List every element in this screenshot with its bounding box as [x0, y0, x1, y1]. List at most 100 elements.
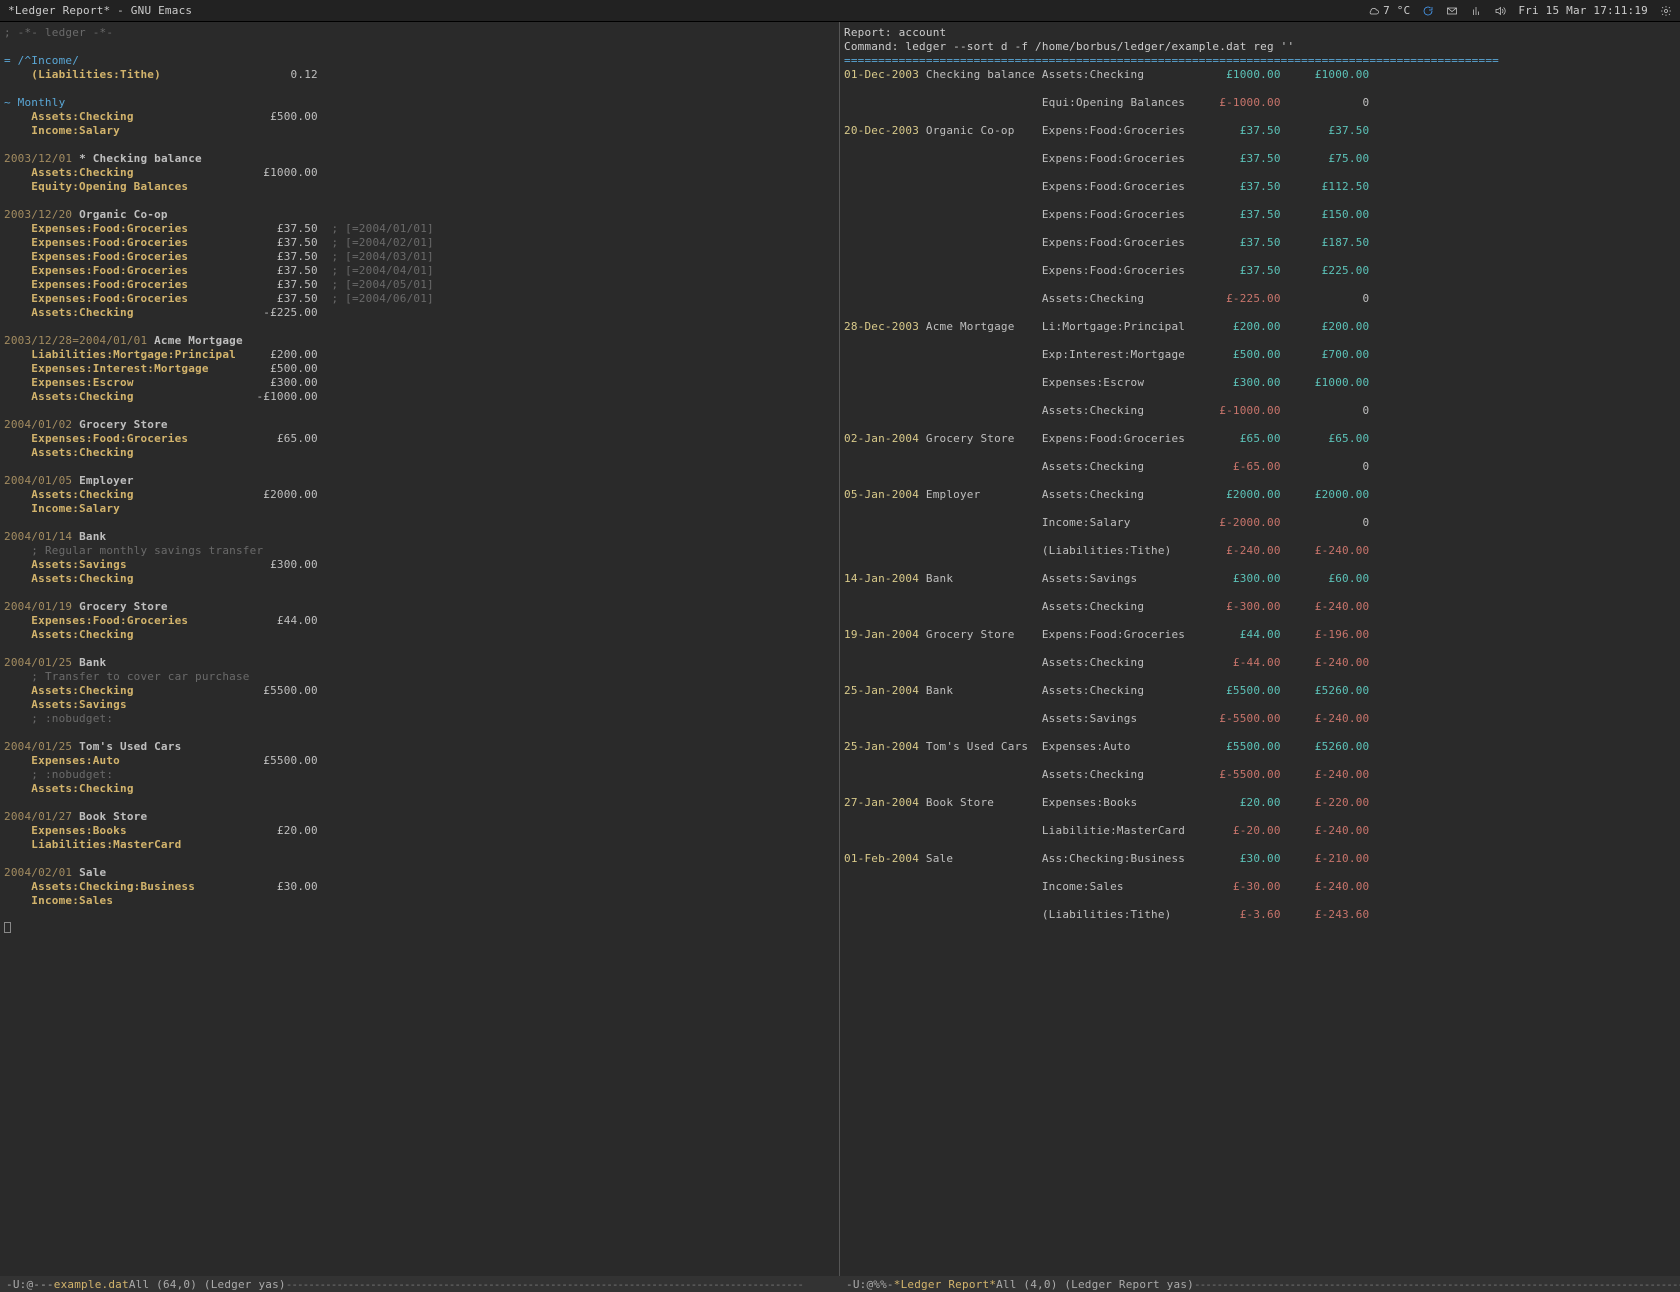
posting-account: Liabilities:MasterCard — [31, 838, 249, 851]
report-row: Expens:Food:Groceries £37.50 £225.00 — [844, 264, 1674, 278]
report-payee: Bank — [926, 684, 1042, 697]
cursor — [4, 922, 11, 933]
transaction-date: 2004/01/27 — [4, 810, 72, 823]
ledger-source-buffer[interactable]: ; -*- ledger -*- = /^Income/ (Liabilitie… — [0, 22, 840, 1276]
report-amount: £30.00 — [1199, 852, 1281, 865]
posting-account: Assets:Checking — [31, 628, 249, 641]
report-amount: £5500.00 — [1199, 740, 1281, 753]
transaction-comment: ; Transfer to cover car purchase — [31, 670, 249, 683]
report-row: Income:Sales £-30.00 £-240.00 — [844, 880, 1674, 894]
refresh-icon[interactable] — [1422, 5, 1434, 17]
report-row: 02-Jan-2004 Grocery Store Expens:Food:Gr… — [844, 432, 1674, 446]
report-date: 25-Jan-2004 — [844, 684, 926, 697]
posting-amount: £37.50 — [250, 292, 318, 305]
report-balance: £2000.00 — [1281, 488, 1370, 501]
report-account: Li:Mortgage:Principal — [1042, 320, 1199, 333]
posting-effective-date-comment: ; [=2004/02/01] — [332, 236, 434, 249]
ledger-report-buffer[interactable]: Report: account Command: ledger --sort d… — [840, 22, 1680, 1276]
modeline-prefix: -U:@--- — [6, 1278, 54, 1291]
report-balance: £5260.00 — [1281, 740, 1370, 753]
posting-account: Assets:Checking — [31, 488, 249, 501]
report-row: (Liabilities:Tithe) £-240.00 £-240.00 — [844, 544, 1674, 558]
transaction-date: 2004/01/02 — [4, 418, 72, 431]
report-balance: £-210.00 — [1281, 852, 1370, 865]
report-account: Income:Salary — [1042, 516, 1199, 529]
report-payee: Sale — [926, 852, 1042, 865]
report-payee: Acme Mortgage — [926, 320, 1042, 333]
posting-effective-date-comment: ; [=2004/03/01] — [332, 250, 434, 263]
report-payee: Grocery Store — [926, 628, 1042, 641]
modeline-prefix: -U:@%%- — [846, 1278, 894, 1291]
report-date: 01-Dec-2003 — [844, 68, 926, 81]
posting-account: Assets:Checking — [31, 572, 249, 585]
report-balance: £-243.60 — [1281, 908, 1370, 921]
modeline-rest: All (4,0) (Ledger Report yas) — [996, 1278, 1194, 1291]
posting-account: Income:Salary — [31, 124, 249, 137]
report-row: 14-Jan-2004 Bank Assets:Savings £300.00 … — [844, 572, 1674, 586]
report-amount: £200.00 — [1199, 320, 1281, 333]
report-row: Expens:Food:Groceries £37.50 £187.50 — [844, 236, 1674, 250]
report-balance: £-240.00 — [1281, 656, 1370, 669]
periodic-xact-header: ~ Monthly — [4, 96, 65, 109]
posting-account: Expenses:Food:Groceries — [31, 432, 249, 445]
report-account: Assets:Savings — [1042, 572, 1199, 585]
modeline-left: -U:@--- example.dat All (64,0) (Ledger y… — [0, 1276, 840, 1292]
transaction-date: 2004/01/05 — [4, 474, 72, 487]
report-title: Report: account — [844, 26, 946, 39]
report-balance: 0 — [1281, 516, 1370, 529]
report-payee: Organic Co-op — [926, 124, 1042, 137]
settings-icon[interactable] — [1660, 5, 1672, 17]
report-amount: £-44.00 — [1199, 656, 1281, 669]
report-balance: 0 — [1281, 460, 1370, 473]
system-tray: 7 °C Fri 15 Mar 17:11:19 — [1368, 4, 1672, 17]
automated-xact-header: = /^Income/ — [4, 54, 79, 67]
report-balance: £-220.00 — [1281, 796, 1370, 809]
weather-text: 7 °C — [1383, 4, 1410, 17]
transaction-marker: * — [79, 152, 86, 165]
report-account: (Liabilities:Tithe) — [1042, 544, 1199, 557]
report-account: Expens:Food:Groceries — [1042, 208, 1199, 221]
report-row: Expens:Food:Groceries £37.50 £112.50 — [844, 180, 1674, 194]
report-balance: £65.00 — [1281, 432, 1370, 445]
report-balance: £1000.00 — [1281, 68, 1370, 81]
report-amount: £-5500.00 — [1199, 768, 1281, 781]
posting-account: (Liabilities:Tithe) — [31, 68, 249, 81]
posting-amount: £500.00 — [250, 110, 318, 123]
panel-topbar: *Ledger Report* - GNU Emacs 7 °C Fri 15 … — [0, 0, 1680, 22]
transaction-payee: Organic Co-op — [79, 208, 168, 221]
report-account: Ass:Checking:Business — [1042, 852, 1199, 865]
weather-indicator: 7 °C — [1368, 4, 1410, 17]
report-balance: £1000.00 — [1281, 376, 1370, 389]
posting-account: Expenses:Food:Groceries — [31, 222, 249, 235]
transaction-date: 2004/01/25 — [4, 740, 72, 753]
report-amount: £37.50 — [1199, 180, 1281, 193]
transaction-payee: Grocery Store — [79, 600, 168, 613]
report-account: Expens:Food:Groceries — [1042, 180, 1199, 193]
posting-amount: -£225.00 — [250, 306, 318, 319]
transaction-date: 2004/02/01 — [4, 866, 72, 879]
report-row: Equi:Opening Balances £-1000.00 0 — [844, 96, 1674, 110]
posting-amount: £300.00 — [250, 376, 318, 389]
posting-amount: £44.00 — [250, 614, 318, 627]
report-row: Assets:Savings £-5500.00 £-240.00 — [844, 712, 1674, 726]
posting-account: Assets:Checking — [31, 684, 249, 697]
report-balance: £112.50 — [1281, 180, 1370, 193]
mail-icon[interactable] — [1446, 5, 1458, 17]
clock-text: Fri 15 Mar 17:11:19 — [1518, 4, 1648, 17]
network-icon[interactable] — [1470, 5, 1482, 17]
report-date: 02-Jan-2004 — [844, 432, 926, 445]
report-row: 19-Jan-2004 Grocery Store Expens:Food:Gr… — [844, 628, 1674, 642]
transaction-comment: ; Regular monthly savings transfer — [31, 544, 263, 557]
report-amount: £1000.00 — [1199, 68, 1281, 81]
report-row: (Liabilities:Tithe) £-3.60 £-243.60 — [844, 908, 1674, 922]
posting-amount: £1000.00 — [250, 166, 318, 179]
posting-account: Expenses:Food:Groceries — [31, 614, 249, 627]
report-row: Expenses:Escrow £300.00 £1000.00 — [844, 376, 1674, 390]
posting-account: Expenses:Escrow — [31, 376, 249, 389]
posting-effective-date-comment: ; [=2004/01/01] — [332, 222, 434, 235]
report-amount: £-20.00 — [1199, 824, 1281, 837]
modeline-dashes: ----------------------------------------… — [286, 1278, 803, 1291]
posting-amount: £37.50 — [250, 236, 318, 249]
volume-icon[interactable] — [1494, 5, 1506, 17]
report-balance: £700.00 — [1281, 348, 1370, 361]
